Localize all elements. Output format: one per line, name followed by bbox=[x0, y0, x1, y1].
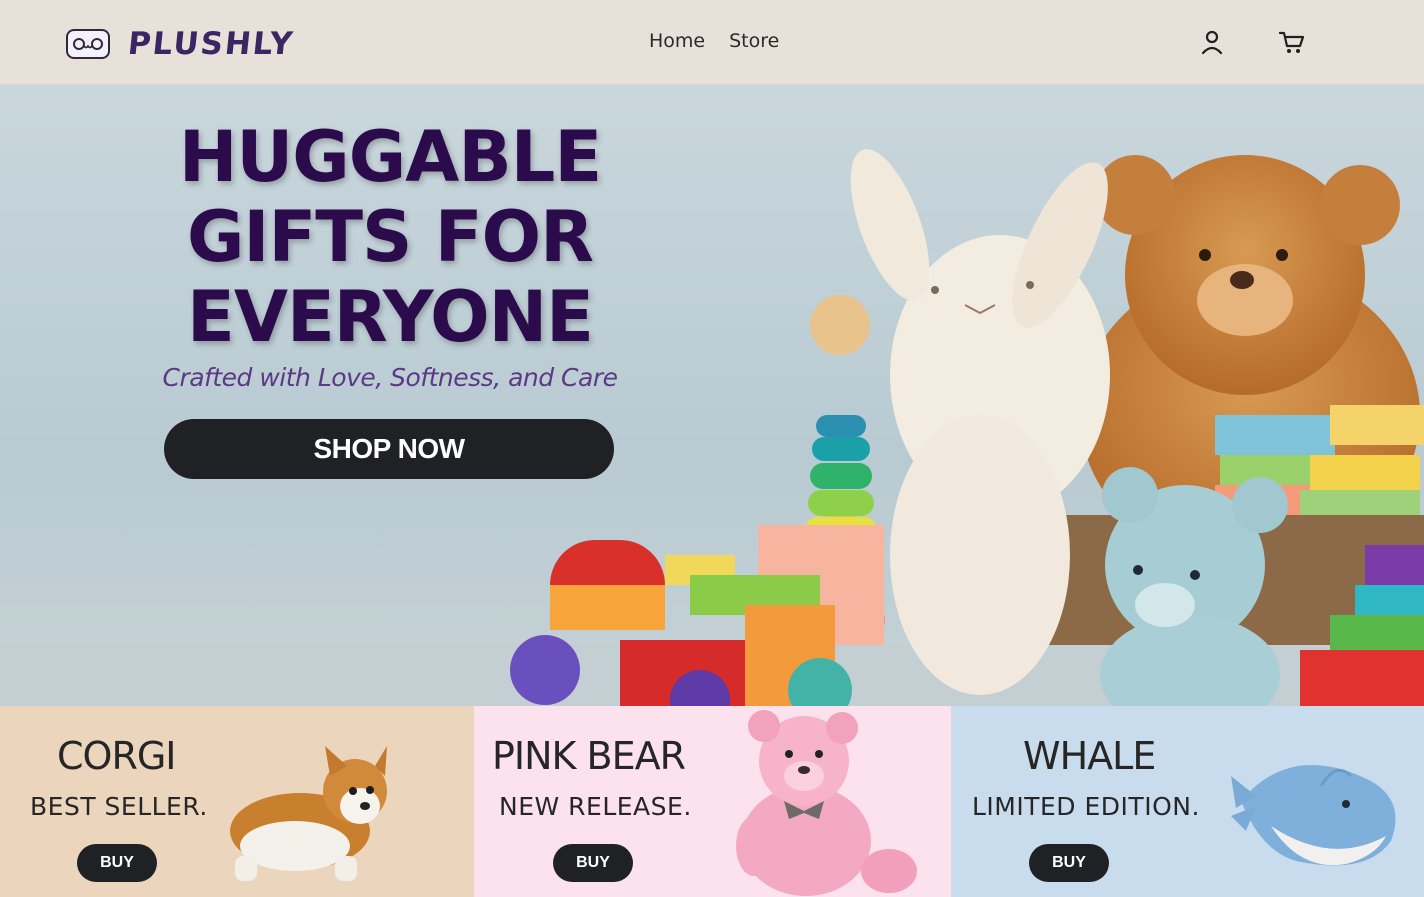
product-tag: NEW RELEASE. bbox=[499, 792, 692, 821]
corgi-plush-image bbox=[230, 746, 387, 881]
shop-now-button[interactable]: SHOP NOW bbox=[164, 419, 614, 479]
product-tile-pink-bear[interactable]: PINK BEAR NEW RELEASE. BUY bbox=[474, 706, 951, 897]
buy-corgi-button[interactable]: BUY bbox=[77, 844, 157, 882]
brand-logo[interactable]: PLUSHLY bbox=[66, 26, 297, 62]
hero-title-line-2: GIFTS FOR bbox=[186, 196, 594, 278]
product-name: PINK BEAR bbox=[492, 734, 686, 778]
product-tag: BEST SELLER. bbox=[30, 792, 208, 821]
nav-home[interactable]: Home bbox=[649, 30, 705, 52]
cart-icon[interactable] bbox=[1278, 28, 1305, 56]
product-tag: LIMITED EDITION. bbox=[972, 792, 1200, 821]
hero-title-line-3: EVERYONE bbox=[187, 276, 594, 358]
nav-store[interactable]: Store bbox=[729, 30, 779, 52]
whale-plush-image bbox=[1231, 765, 1396, 866]
product-name: CORGI bbox=[57, 734, 176, 778]
site-header: PLUSHLY Home Store bbox=[0, 0, 1424, 85]
product-tile-corgi[interactable]: CORGI BEST SELLER. BUY bbox=[0, 706, 474, 897]
user-icon[interactable] bbox=[1200, 28, 1226, 56]
product-tile-whale[interactable]: WHALE LIMITED EDITION. BUY bbox=[951, 706, 1424, 897]
hero-subtitle: Crafted with Love, Softness, and Care bbox=[162, 363, 619, 392]
hero-banner: HUGGABLE GIFTS FOR EVERYONE Crafted with… bbox=[0, 85, 1424, 706]
hero-title: HUGGABLE GIFTS FOR EVERYONE bbox=[130, 117, 650, 357]
pink-bear-plush-image bbox=[736, 710, 917, 896]
buy-pink-bear-button[interactable]: BUY bbox=[553, 844, 633, 882]
main-nav: Home Store bbox=[649, 30, 779, 52]
hero-title-line-1: HUGGABLE bbox=[178, 116, 602, 198]
logo-face-icon bbox=[66, 29, 110, 59]
buy-whale-button[interactable]: BUY bbox=[1029, 844, 1109, 882]
brand-name: PLUSHLY bbox=[126, 26, 297, 62]
product-name: WHALE bbox=[1023, 734, 1156, 778]
